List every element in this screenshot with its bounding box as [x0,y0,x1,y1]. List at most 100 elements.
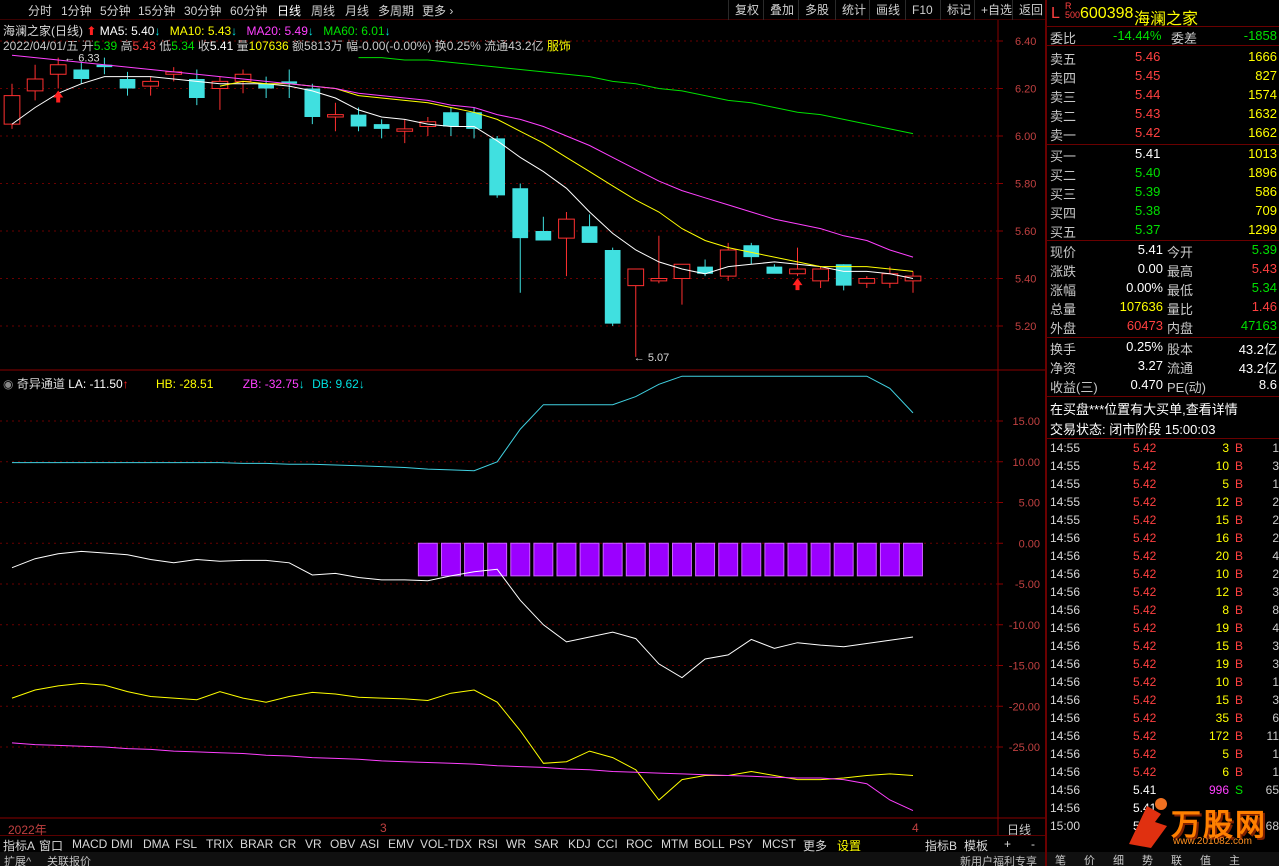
tick-price: 5.42 [1133,657,1157,671]
candle-body [327,114,344,118]
tick-price: 5.42 [1133,765,1157,779]
ask-row: 卖三 5.44 1574 [1047,86,1279,105]
indicator-tab[interactable]: MTM [661,837,688,851]
candle [26,64,44,101]
stat-label: 外盘 [1050,321,1077,336]
bid-row: 买四 5.38 709 [1047,202,1279,221]
tick-count: 2 [1272,495,1279,509]
price-tick-label: 5.20 [1015,321,1036,333]
panel-bottom-tab[interactable]: 价 [1084,852,1095,866]
trade-status-row: 交易状态: 闭市阶段 15:00:03 [1047,418,1279,437]
signal-bar [810,542,831,577]
candle [211,76,229,110]
kline-chart[interactable]: 6.40 6.20 6.00 5.80 5.60 5.40 5.20 15.00 10.00 5… [0,0,1045,835]
indicator-tab[interactable]: BRAR [240,837,273,851]
ask-price: 5.42 [1135,125,1161,140]
stat-value: 5.41 [1137,242,1163,257]
signal-bar [741,542,762,577]
signal-bar [833,542,854,577]
indicator-tab[interactable]: TRIX [206,837,233,851]
panel-bottom-tab[interactable]: 主 [1229,852,1240,866]
tick-volume: 5 [1222,477,1229,491]
candle [512,183,529,293]
tick-volume: 20 [1215,549,1229,563]
indicator-tab-right[interactable]: + [1004,837,1011,851]
indicator-tab[interactable]: BOLL [694,837,725,851]
indicator-tab-right[interactable]: - [1031,837,1035,851]
tick-side: B [1235,711,1244,725]
indicator-tab[interactable]: VOL-TDX [420,837,472,851]
candle [812,266,829,288]
tick-volume: 15 [1215,639,1229,653]
tick-side: B [1235,585,1244,599]
stat-row: 总量 107636 量比 1.46 [1047,298,1279,317]
indicator-tab[interactable]: SAR [534,837,559,851]
ma-line-ma5 [11,76,914,279]
indicator-tab[interactable]: CCI [597,837,618,851]
new-user-link[interactable]: 新用户福利专享 [960,853,1037,866]
candle-body [535,231,552,241]
expand-button[interactable]: 扩展^ [4,853,31,866]
bid-row: 买二 5.40 1896 [1047,164,1279,183]
ask-price: 5.45 [1135,68,1161,83]
big-order-notice[interactable]: 在买盘***位置有大买单,查看详情 [1047,398,1279,417]
indicator-tab[interactable]: PSY [729,837,753,851]
indicator-tab[interactable]: ROC [626,837,653,851]
tick-volume: 172 [1208,729,1229,743]
indicator-tab[interactable]: FSL [175,837,197,851]
tick-count: 3 [1272,459,1279,473]
tick-time: 14:56 [1050,531,1081,545]
indicator-tab[interactable]: EMV [388,837,414,851]
stat-value: 47163 [1240,318,1277,333]
stat-value: 5.39 [1251,242,1277,257]
signal-bar [602,542,623,577]
tick-time: 15:00 [1050,819,1081,833]
tick-volume: 16 [1215,531,1229,545]
candle-body [835,264,852,286]
indicator-tab[interactable]: OBV [330,837,355,851]
tick-price: 5.42 [1133,441,1157,455]
stat-label: 今开 [1167,245,1194,260]
indicator-tab[interactable]: VR [305,837,322,851]
candle-body [558,218,575,239]
panel-bottom-tab[interactable]: 联 [1171,852,1182,866]
fund-label: 换手 [1050,342,1077,357]
tick-side: B [1235,729,1244,743]
candle [535,216,552,241]
ma-line-ma60 [358,57,914,135]
indicator-tab[interactable]: RSI [478,837,498,851]
indicator-tab[interactable]: DMI [111,837,133,851]
candle [604,247,621,326]
bid-label: 买一 [1050,149,1077,164]
signal-bar [903,542,923,577]
indicator-tab[interactable]: MACD [72,837,107,851]
signal-bar [625,542,646,577]
candle-body [142,80,159,87]
ask-row: 卖一 5.42 1662 [1047,124,1279,143]
candle [581,214,598,243]
indicator-tab[interactable]: DMA [143,837,170,851]
stat-label: 现价 [1050,245,1077,260]
indicator-tab[interactable]: WR [506,837,526,851]
bid-price: 5.40 [1135,165,1161,180]
candle-body [581,226,598,243]
stat-row: 涨幅 0.00% 最低 5.34 [1047,279,1279,298]
indicator-tab[interactable]: MCST [762,837,796,851]
stat-value: 107636 [1119,299,1163,314]
panel-bottom-tab[interactable]: 细 [1113,852,1124,866]
weibi-row: 委比 -14.44% 委差 -1858 [1047,27,1279,46]
indicator-tab[interactable]: ASI [360,837,379,851]
candle [858,276,876,288]
candle [835,264,852,291]
panel-bottom-tab[interactable]: 笔 [1055,852,1066,866]
ask-row: 卖五 5.46 1666 [1047,48,1279,67]
candle-body [350,114,367,127]
related-quote-button[interactable]: 关联报价 [47,853,91,866]
panel-bottom-tab[interactable]: 势 [1142,852,1153,866]
status-row: 扩展^ 关联报价 新用户福利专享 [0,852,1045,866]
candle [766,264,783,274]
signal-bar [672,542,692,577]
indicator-tab[interactable]: KDJ [568,837,591,851]
panel-bottom-tab[interactable]: 值 [1200,852,1211,866]
indicator-tab[interactable]: CR [279,837,296,851]
